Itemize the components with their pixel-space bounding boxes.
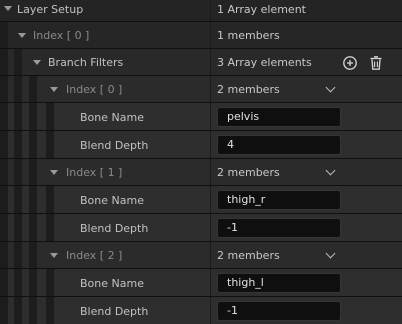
branch-filters-label: Branch Filters <box>48 56 124 69</box>
expand-caret-icon[interactable] <box>18 33 26 38</box>
filter-index-row: Index [ 1 ] 2 members <box>0 159 402 186</box>
branch-filters-value: 3 Array elements <box>217 56 312 69</box>
bone-name-label: Bone Name <box>80 111 144 124</box>
blend-depth-field[interactable]: -1 <box>217 218 341 238</box>
add-element-button[interactable] <box>342 55 358 71</box>
blend-depth-row: Blend Depth 4 <box>0 131 402 159</box>
blend-depth-field[interactable]: 4 <box>217 135 341 155</box>
index-0-label: Index [ 0 ] <box>33 29 90 42</box>
expand-caret-icon[interactable] <box>33 60 41 65</box>
blend-depth-label: Blend Depth <box>80 222 149 235</box>
branch-filters-row: Branch Filters 3 Array elements <box>0 49 402 76</box>
bone-name-row: Bone Name pelvis <box>0 103 402 131</box>
filter-index-label: Index [ 2 ] <box>66 249 123 262</box>
delete-all-button[interactable] <box>368 55 384 71</box>
expand-caret-icon[interactable] <box>50 253 58 258</box>
filter-index-label: Index [ 0 ] <box>66 83 123 96</box>
blend-depth-row: Blend Depth -1 <box>0 297 402 324</box>
bone-name-field[interactable]: thigh_l <box>217 273 341 293</box>
chevron-down-icon[interactable] <box>325 165 336 176</box>
add-circle-icon <box>343 56 357 70</box>
trash-icon <box>370 56 382 70</box>
expand-caret-icon[interactable] <box>50 87 58 92</box>
filter-members-value: 2 members <box>217 166 280 179</box>
bone-name-label: Bone Name <box>80 277 144 290</box>
bone-name-row: Bone Name thigh_l <box>0 269 402 297</box>
blend-depth-label: Blend Depth <box>80 139 149 152</box>
bone-name-row: Bone Name thigh_r <box>0 186 402 214</box>
chevron-down-icon[interactable] <box>325 82 336 93</box>
layer-setup-label: Layer Setup <box>17 3 84 16</box>
blend-depth-field[interactable]: -1 <box>217 301 341 321</box>
filter-index-label: Index [ 1 ] <box>66 166 123 179</box>
index-0-value: 1 members <box>217 29 280 42</box>
expand-caret-icon[interactable] <box>4 6 12 11</box>
bone-name-label: Bone Name <box>80 194 144 207</box>
filter-index-row: Index [ 0 ] 2 members <box>0 76 402 103</box>
chevron-down-icon[interactable] <box>325 248 336 259</box>
bone-name-field[interactable]: pelvis <box>217 107 341 127</box>
layer-setup-value: 1 Array element <box>217 3 306 16</box>
index-0-row: Index [ 0 ] 1 members <box>0 22 402 49</box>
blend-depth-label: Blend Depth <box>80 305 149 318</box>
blend-depth-row: Blend Depth -1 <box>0 214 402 242</box>
filter-members-value: 2 members <box>217 249 280 262</box>
expand-caret-icon[interactable] <box>50 170 58 175</box>
layer-setup-row: Layer Setup 1 Array element <box>0 0 402 22</box>
filter-index-row: Index [ 2 ] 2 members <box>0 242 402 269</box>
filter-members-value: 2 members <box>217 83 280 96</box>
bone-name-field[interactable]: thigh_r <box>217 190 341 210</box>
